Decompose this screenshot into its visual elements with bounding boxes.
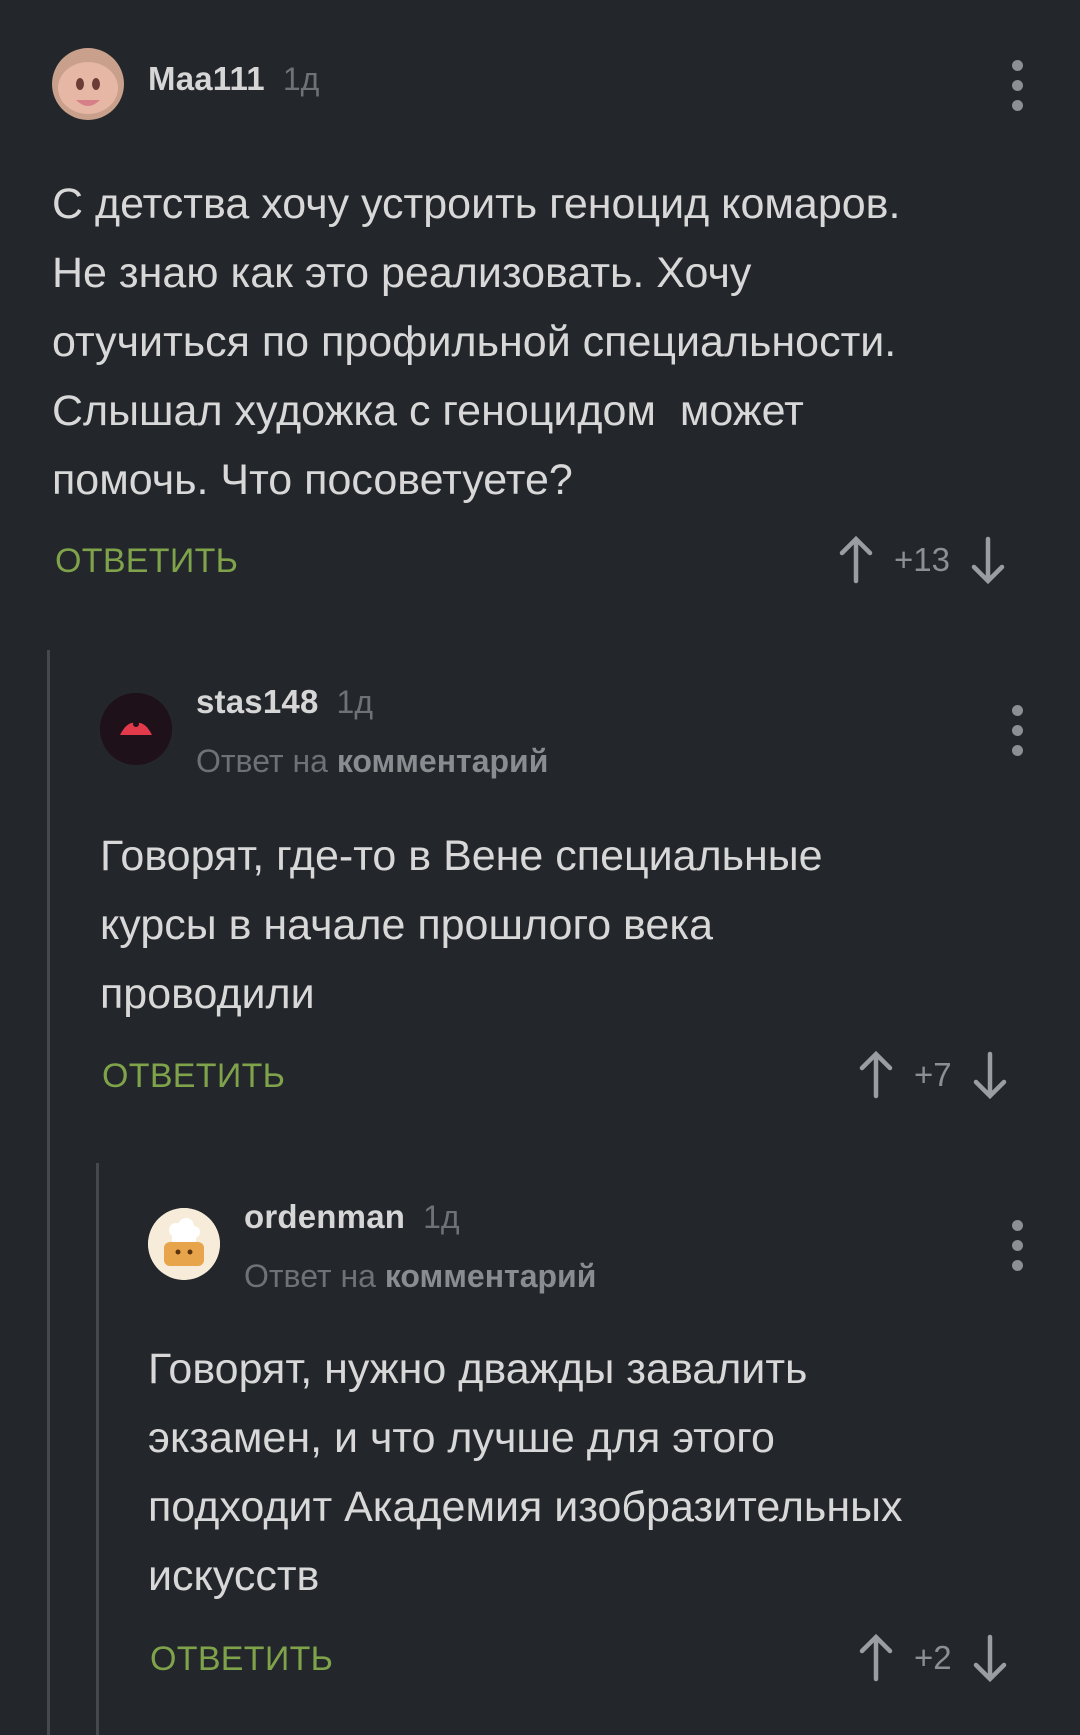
arrow-down-icon[interactable] (970, 1633, 1010, 1683)
vote-score: +13 (894, 541, 950, 578)
vote-controls: +2 (856, 1633, 1010, 1683)
reply-to-link[interactable]: комментарий (385, 1258, 597, 1294)
vote-score: +7 (914, 1056, 952, 1093)
reply-button[interactable]: ОТВЕТИТЬ (150, 1640, 333, 1679)
arrow-up-icon[interactable] (856, 1633, 896, 1683)
comment-header: ordenman 1д Ответ на комментарий (148, 1198, 596, 1295)
comment-age: 1д (336, 684, 373, 720)
vote-score: +2 (914, 1639, 952, 1676)
reply-to-label: Ответ на комментарий (244, 1258, 596, 1295)
vote-controls: +13 (836, 535, 1008, 585)
username[interactable]: Maa111 (148, 60, 265, 98)
comment-age: 1д (282, 61, 320, 97)
reply-button[interactable]: ОТВЕТИТЬ (102, 1057, 285, 1096)
arrow-down-icon[interactable] (970, 1050, 1010, 1100)
kebab-menu-icon[interactable] (1012, 705, 1026, 765)
reply-to-link[interactable]: комментарий (337, 743, 549, 779)
thread-line-level-1 (47, 650, 50, 1735)
comment-header: Maa111 1д (52, 48, 319, 120)
comment-text: Говорят, где-то в Вене специальные курсы… (100, 832, 823, 1018)
avatar[interactable] (52, 48, 124, 120)
comment-age: 1д (423, 1199, 460, 1235)
kebab-menu-icon[interactable] (1012, 60, 1026, 120)
comment-text: С детства хочу устроить геноцид комаров.… (52, 180, 901, 504)
thread-line-level-2 (96, 1163, 99, 1735)
username[interactable]: ordenman (244, 1198, 405, 1236)
arrow-up-icon[interactable] (836, 535, 876, 585)
reply-button[interactable]: ОТВЕТИТЬ (55, 542, 238, 581)
reply-to-prefix: Ответ на (196, 743, 337, 779)
avatar[interactable] (148, 1208, 220, 1280)
reply-to-prefix: Ответ на (244, 1258, 385, 1294)
comment-text: Говорят, нужно дважды завалить экзамен, … (148, 1345, 903, 1600)
vote-controls: +7 (856, 1050, 1010, 1100)
arrow-up-icon[interactable] (856, 1050, 896, 1100)
comment-header: stas148 1д Ответ на комментарий (100, 683, 548, 780)
username[interactable]: stas148 (196, 683, 319, 721)
kebab-menu-icon[interactable] (1012, 1220, 1026, 1280)
avatar[interactable] (100, 693, 172, 765)
arrow-down-icon[interactable] (968, 535, 1008, 585)
reply-to-label: Ответ на комментарий (196, 743, 548, 780)
